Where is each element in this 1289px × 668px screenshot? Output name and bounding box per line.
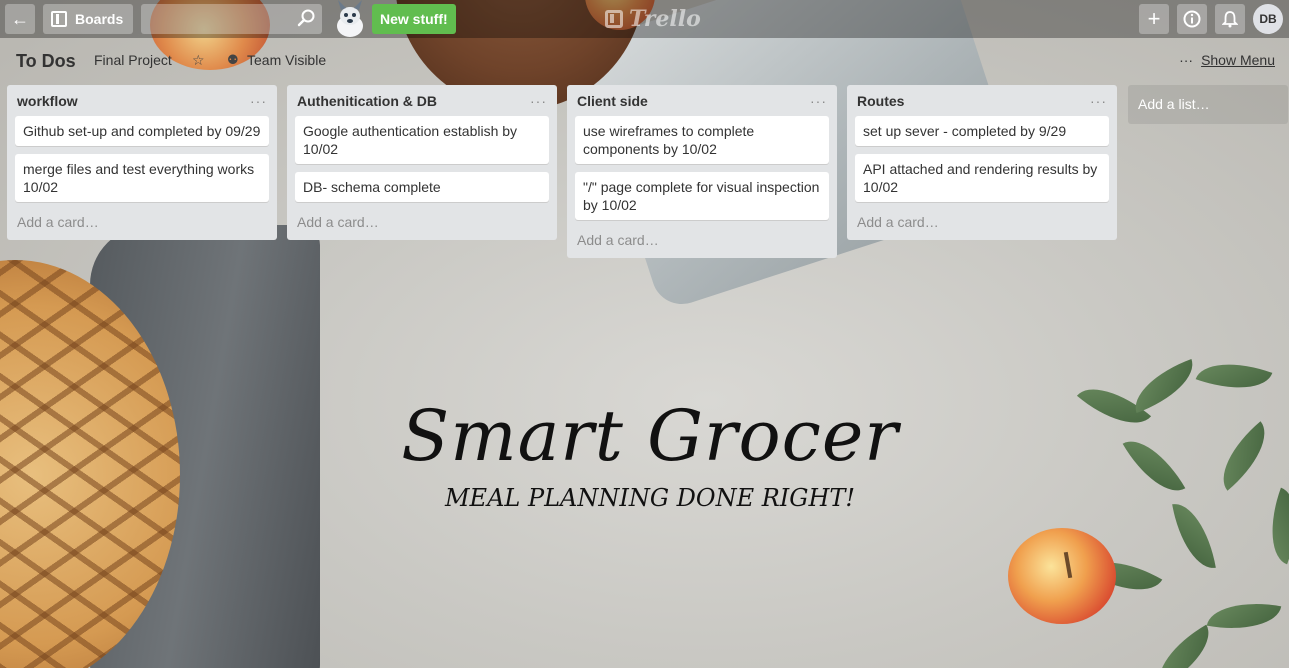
card[interactable]: "/" page complete for visual inspection … (575, 172, 829, 220)
info-button[interactable] (1177, 4, 1207, 34)
boards-icon (51, 11, 67, 27)
search-input[interactable] (141, 4, 322, 34)
notifications-button[interactable] (1215, 4, 1245, 34)
list-title[interactable]: Routes (857, 93, 904, 109)
show-menu-label: Show Menu (1201, 52, 1275, 68)
card[interactable]: set up sever - completed by 9/29 (855, 116, 1109, 146)
top-header: ← Boards New stuff! Trello + DB (0, 0, 1289, 38)
list-header: workflow ··· (15, 85, 269, 116)
show-menu-button[interactable]: ··· Show Menu (1179, 52, 1275, 68)
list-header: Routes ··· (855, 85, 1109, 116)
card[interactable]: Github set-up and completed by 09/29 (15, 116, 269, 146)
list-client-side: Client side ··· use wireframes to comple… (567, 85, 837, 258)
team-icon: ⚉ (227, 52, 239, 67)
board-visibility[interactable]: Team Visible (247, 52, 326, 68)
user-avatar[interactable]: DB (1253, 4, 1283, 34)
menu-dots-icon: ··· (1179, 52, 1194, 68)
trello-logo-text: Trello (629, 6, 701, 32)
list-menu-button[interactable]: ··· (810, 93, 827, 109)
list-header: Authenitication & DB ··· (295, 85, 549, 116)
list-title[interactable]: Authenitication & DB (297, 93, 437, 109)
card[interactable]: API attached and rendering results by 10… (855, 154, 1109, 202)
list-menu-button[interactable]: ··· (530, 93, 547, 109)
trello-logo-icon (605, 10, 623, 28)
search-icon[interactable] (296, 8, 316, 28)
star-icon[interactable]: ☆ (192, 52, 205, 69)
list-menu-button[interactable]: ··· (250, 93, 267, 109)
hero-title: Smart Grocer (401, 395, 899, 477)
background-leaves (1059, 348, 1289, 668)
plus-icon: + (1147, 6, 1161, 31)
list-title[interactable]: workflow (17, 93, 78, 109)
card[interactable]: use wireframes to complete components by… (575, 116, 829, 164)
add-card-button[interactable]: Add a card… (15, 210, 269, 232)
card[interactable]: merge files and test everything works 10… (15, 154, 269, 202)
list-routes: Routes ··· set up sever - completed by 9… (847, 85, 1117, 240)
card[interactable]: DB- schema complete (295, 172, 549, 202)
list-menu-button[interactable]: ··· (1090, 93, 1107, 109)
mascot-dog-icon[interactable] (330, 0, 370, 38)
hero-subtitle: MEAL PLANNING DONE RIGHT! (444, 484, 856, 512)
background-apple-bottom-right (1008, 528, 1116, 624)
bell-icon (1222, 11, 1238, 28)
add-card-button[interactable]: Add a card… (575, 228, 829, 250)
trello-logo[interactable]: Trello (605, 4, 701, 34)
board-project-tag[interactable]: Final Project (94, 52, 172, 68)
card[interactable]: Google authentication establish by 10/02 (295, 116, 549, 164)
info-icon (1183, 10, 1201, 28)
board-title[interactable]: To Dos (16, 51, 76, 72)
back-button[interactable]: ← (5, 4, 35, 34)
list-header: Client side ··· (575, 85, 829, 116)
list-workflow: workflow ··· Github set-up and completed… (7, 85, 277, 240)
create-button[interactable]: + (1139, 4, 1169, 34)
list-authentication-db: Authenitication & DB ··· Google authenti… (287, 85, 557, 240)
back-arrow-icon: ← (11, 8, 29, 29)
add-card-button[interactable]: Add a card… (855, 210, 1109, 232)
add-card-button[interactable]: Add a card… (295, 210, 549, 232)
boards-button[interactable]: Boards (43, 4, 133, 34)
new-stuff-button[interactable]: New stuff! (372, 4, 456, 34)
list-title[interactable]: Client side (577, 93, 648, 109)
add-list-button[interactable]: Add a list… (1128, 85, 1288, 124)
boards-label: Boards (75, 11, 124, 27)
